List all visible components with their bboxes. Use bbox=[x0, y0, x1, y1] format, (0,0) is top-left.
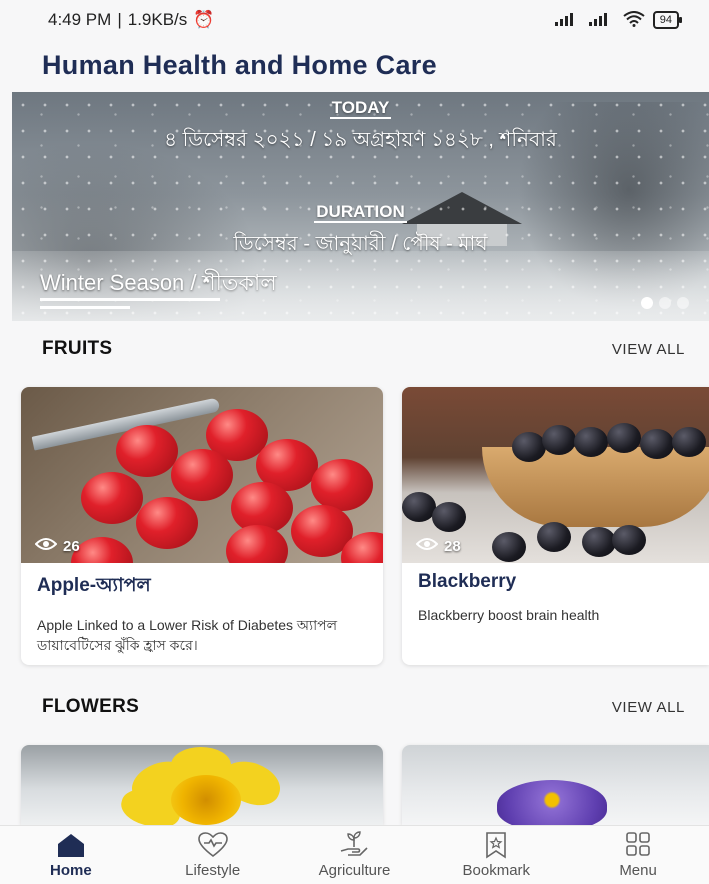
signal-icon-2 bbox=[588, 12, 615, 29]
apple-view-count: 26 bbox=[63, 537, 80, 555]
flowers-title: FLOWERS bbox=[42, 696, 140, 717]
bottom-nav: Home Lifestyle Agriculture Bookmark Menu bbox=[0, 825, 709, 884]
network-speed: 1.9KB/s bbox=[127, 10, 188, 29]
carousel-dots bbox=[641, 297, 689, 309]
fruit-card-blackberry[interactable]: 28 Blackberry Blackberry boost brain hea… bbox=[402, 387, 709, 665]
apple-shape bbox=[71, 537, 133, 563]
flowers-view-all-link[interactable]: VIEW ALL bbox=[612, 699, 685, 716]
berry-shape bbox=[640, 429, 674, 459]
apple-card-description: Apple Linked to a Lower Risk of Diabetes… bbox=[37, 617, 338, 653]
apple-shape bbox=[81, 472, 143, 524]
nav-agriculture-label: Agriculture bbox=[318, 862, 391, 879]
berry-shape bbox=[432, 502, 466, 532]
nav-menu[interactable]: Menu bbox=[573, 831, 703, 879]
crocus-shape bbox=[497, 780, 607, 825]
eye-icon bbox=[34, 537, 58, 555]
app-title: Human Health and Home Care bbox=[42, 49, 437, 80]
season-underline-short bbox=[40, 306, 130, 309]
berry-shape bbox=[582, 527, 616, 557]
apple-shape bbox=[311, 459, 373, 511]
today-label-wrap: TODAY bbox=[12, 98, 709, 119]
carousel-dot-active[interactable] bbox=[641, 297, 653, 309]
blackberry-view-count: 28 bbox=[444, 537, 461, 555]
blackberry-card-title: Blackberry bbox=[418, 571, 517, 592]
berry-shape bbox=[574, 427, 608, 457]
flowers-header: FLOWERS VIEW ALL bbox=[42, 696, 685, 718]
fruit-card-apple[interactable]: 26 Apple-অ্যাপল Apple Linked to a Lower … bbox=[21, 387, 383, 665]
berry-shape bbox=[607, 423, 641, 453]
signal-icon bbox=[554, 12, 581, 29]
carousel-dot[interactable] bbox=[677, 297, 689, 309]
wifi-icon bbox=[623, 10, 645, 30]
fruits-view-all-link[interactable]: VIEW ALL bbox=[612, 341, 685, 358]
battery-icon: 94 bbox=[652, 11, 683, 29]
apple-image: 26 bbox=[21, 387, 383, 563]
carousel-dot[interactable] bbox=[659, 297, 671, 309]
apple-shape bbox=[136, 497, 198, 549]
apple-views: 26 bbox=[34, 537, 80, 555]
nav-lifestyle-label: Lifestyle bbox=[185, 862, 241, 879]
apple-shape bbox=[171, 449, 233, 501]
fruits-title: FRUITS bbox=[42, 338, 113, 359]
status-left: 4:49 PM | 1.9KB/s ⏰ bbox=[48, 10, 214, 30]
berry-shape bbox=[402, 492, 436, 522]
berry-shape bbox=[542, 425, 576, 455]
berry-shape bbox=[537, 522, 571, 552]
apple-card-title: Apple-অ্যাপল bbox=[37, 575, 151, 596]
nav-bookmark-label: Bookmark bbox=[462, 862, 531, 879]
blackberry-image: 28 bbox=[402, 387, 709, 563]
fruits-header: FRUITS VIEW ALL bbox=[42, 338, 685, 360]
status-right: 94 bbox=[554, 10, 683, 30]
nav-home[interactable]: Home bbox=[6, 831, 136, 879]
season-underline bbox=[40, 298, 220, 301]
bookmark-icon bbox=[486, 832, 507, 859]
eye-icon bbox=[415, 537, 439, 555]
nav-menu-label: Menu bbox=[619, 862, 657, 879]
daffodil-center bbox=[171, 775, 241, 825]
home-icon bbox=[57, 834, 84, 857]
apple-shape bbox=[116, 425, 178, 477]
duration-label-wrap: DURATION bbox=[12, 202, 709, 223]
nav-agriculture[interactable]: Agriculture bbox=[289, 831, 419, 879]
berry-shape bbox=[512, 432, 546, 462]
blackberry-card-description: Blackberry boost brain health bbox=[418, 607, 600, 623]
today-date: ৪ ডিসেম্বর ২০২১ / ১৯ অগ্রহায়ণ ১৪২৮ , শন… bbox=[164, 129, 557, 151]
plant-hand-icon bbox=[341, 831, 369, 856]
apple-shape bbox=[226, 525, 288, 563]
grid-icon bbox=[626, 832, 650, 856]
nav-home-label: Home bbox=[50, 862, 92, 879]
bowl-shape bbox=[482, 447, 709, 527]
status-time: 4:49 PM bbox=[48, 10, 112, 29]
heart-pulse-icon bbox=[197, 832, 228, 858]
nav-lifestyle[interactable]: Lifestyle bbox=[148, 831, 278, 879]
alarm-icon: ⏰ bbox=[193, 10, 215, 29]
flower-card-daffodil[interactable] bbox=[21, 745, 383, 825]
flower-card-crocus[interactable] bbox=[402, 745, 709, 825]
daffodil-image bbox=[21, 745, 383, 825]
berry-shape bbox=[612, 525, 646, 555]
duration-text: ডিসেম্বর - জানুয়ারী / পৌষ - মাঘ bbox=[233, 233, 488, 255]
duration-label: DURATION bbox=[314, 202, 407, 223]
status-bar: 4:49 PM | 1.9KB/s ⏰ 94 bbox=[0, 0, 709, 40]
today-label: TODAY bbox=[329, 98, 392, 119]
berry-shape bbox=[492, 532, 526, 562]
nav-bookmark[interactable]: Bookmark bbox=[431, 831, 561, 879]
status-separator: | bbox=[117, 10, 122, 29]
season-banner[interactable]: TODAY ৪ ডিসেম্বর ২০২১ / ১৯ অগ্রহায়ণ ১৪২… bbox=[12, 92, 709, 321]
blackberry-views: 28 bbox=[415, 537, 461, 555]
crocus-image bbox=[402, 745, 709, 825]
berry-shape bbox=[672, 427, 706, 457]
